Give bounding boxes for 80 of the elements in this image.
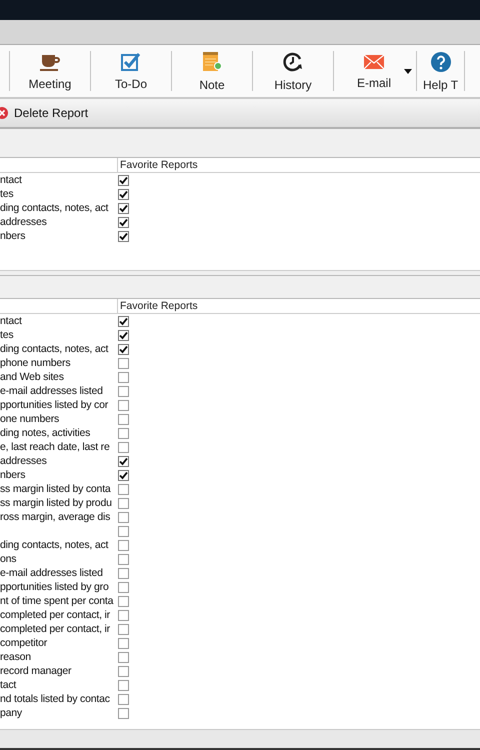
report-name: e-mail addresses listed [0, 566, 104, 580]
help-icon [430, 50, 452, 72]
favorite-checkbox[interactable] [118, 230, 129, 242]
report-name: ding contacts, notes, act [0, 342, 110, 356]
report-name: pportunities listed by cor [0, 398, 110, 412]
favorite-checkbox[interactable] [118, 526, 129, 536]
report-name: ross margin, average dis [0, 510, 112, 524]
envelope-icon [363, 52, 385, 70]
favorite-checkbox[interactable] [118, 680, 129, 690]
delete-report-button[interactable]: Delete Report [0, 106, 92, 120]
report-name: tes [0, 187, 14, 201]
report-name: nd totals listed by contac [0, 692, 111, 706]
favorite-checkbox[interactable] [118, 344, 129, 354]
report-name: pportunities listed by gro [0, 580, 110, 594]
favorite-checkbox[interactable] [118, 484, 129, 494]
report-name: e-mail addresses listed [0, 384, 104, 398]
toolbar-button[interactable]: E-mail [334, 47, 414, 95]
favorite-checkbox[interactable] [118, 386, 129, 396]
report-name: competitor [0, 636, 48, 650]
report-name: ss margin listed by conta [0, 482, 112, 496]
favorite-checkbox[interactable] [118, 512, 129, 522]
report-name: tes [0, 328, 14, 342]
favorite-checkbox[interactable] [118, 400, 129, 410]
report-name: e, last reach date, last re [0, 440, 111, 454]
favorite-checkbox[interactable] [118, 202, 129, 214]
favorite-checkbox[interactable] [118, 554, 129, 564]
report-name: completed per contact, ir [0, 608, 111, 622]
favorite-checkbox[interactable] [118, 498, 129, 508]
favorite-checkbox[interactable] [118, 174, 129, 186]
toolbar-button[interactable]: To-Do [91, 47, 171, 95]
favorite-checkbox[interactable] [118, 428, 129, 438]
favorite-checkbox[interactable] [118, 188, 129, 200]
favorite-checkbox[interactable] [118, 330, 129, 340]
favorite-checkbox[interactable] [118, 582, 129, 592]
report-name: completed per contact, ir [0, 622, 111, 636]
report-name: record manager [0, 664, 72, 678]
toolbar-button[interactable]: Help T [417, 47, 464, 95]
report-name: addresses [0, 454, 48, 468]
favorite-checkbox[interactable] [118, 456, 129, 466]
favorite-checkbox[interactable] [118, 216, 129, 228]
report-name: and Web sites [0, 370, 65, 384]
favorite-checkbox[interactable] [118, 694, 129, 704]
report-name: nbers [0, 468, 26, 482]
report-name: pany [0, 706, 23, 720]
report-name: ntact [0, 173, 23, 187]
favorite-checkbox[interactable] [118, 540, 129, 550]
report-name: ons [0, 552, 18, 566]
report-name: ntact [0, 314, 23, 328]
favorite-checkbox[interactable] [118, 638, 129, 648]
favorite-checkbox[interactable] [118, 358, 129, 368]
toolbar-button[interactable]: Meeting [10, 47, 90, 95]
report-name: ss margin listed by produ [0, 496, 113, 510]
favorite-checkbox[interactable] [118, 372, 129, 382]
favorite-checkbox[interactable] [118, 414, 129, 424]
report-name: addresses [0, 215, 48, 229]
favorite-checkbox[interactable] [118, 708, 129, 718]
checkbox-icon [120, 52, 142, 72]
favorite-checkbox[interactable] [118, 568, 129, 578]
report-name: ding notes, activities [0, 426, 92, 440]
report-name: one numbers [0, 412, 60, 426]
favorite-checkbox[interactable] [118, 610, 129, 620]
dropdown-caret-icon[interactable] [404, 68, 412, 74]
report-name: ding contacts, notes, act [0, 201, 110, 215]
notepad-icon [201, 50, 223, 72]
report-name: reason [0, 650, 32, 664]
favorite-checkbox[interactable] [118, 316, 129, 326]
report-name: phone numbers [0, 356, 72, 370]
favorite-checkbox[interactable] [118, 666, 129, 676]
report-name: nt of time spent per conta [0, 594, 114, 608]
favorite-checkbox[interactable] [118, 652, 129, 662]
report-name: tact [0, 678, 18, 692]
toolbar-button[interactable]: History [253, 47, 333, 95]
report-name: ding contacts, notes, act [0, 538, 110, 552]
favorite-checkbox[interactable] [118, 596, 129, 606]
clock-icon [282, 50, 304, 72]
toolbar-button[interactable]: Note [172, 47, 252, 95]
favorite-checkbox[interactable] [118, 470, 129, 480]
favorite-checkbox[interactable] [118, 624, 129, 634]
report-name: nbers [0, 229, 26, 243]
favorite-checkbox[interactable] [118, 442, 129, 452]
